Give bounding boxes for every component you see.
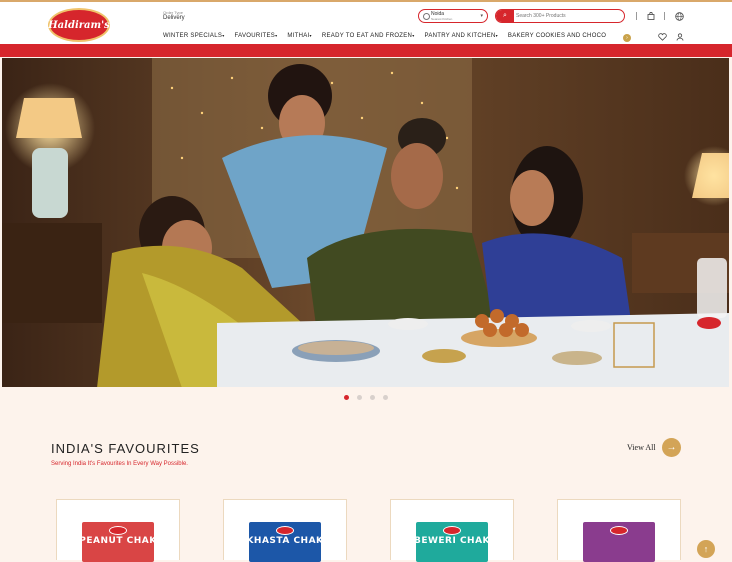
product-card[interactable]: BEWERI CHAK [390,499,514,562]
nav-item-winter-specials[interactable]: WINTER SPECIALS▾ [163,33,225,43]
hero-banner-image[interactable] [2,58,729,387]
carousel-dot-2[interactable] [357,395,362,400]
carousel-indicators [344,395,388,400]
brand-badge-icon [109,526,127,535]
chevron-down-icon: ▾ [480,13,483,19]
product-card[interactable]: KHASTA CHAK [223,499,347,562]
bag-icon[interactable] [647,11,655,22]
search-bar[interactable]: ⌕ [495,9,625,23]
product-pack-name: KHASTA CHAK [246,536,324,546]
location-selector[interactable]: Noida Nearest Kitchen ▾ [418,9,488,23]
arrow-right-icon[interactable]: → [662,438,681,457]
order-type-value[interactable]: Delivery [163,15,185,21]
brand-badge-icon [443,526,461,535]
nav-item-pantry[interactable]: PANTRY AND KITCHEN▾ [425,33,498,43]
logo-text: Haldiram's [48,19,110,31]
view-all-link[interactable]: View All [627,443,656,452]
divider [664,12,665,20]
carousel-dot-4[interactable] [383,395,388,400]
nav-item-ready-to-eat[interactable]: READY TO EAT AND FROZEN▾ [322,33,415,43]
pin-icon [423,13,430,20]
scroll-top-button[interactable]: ↑ [697,540,715,558]
location-sub: Nearest Kitchen [431,17,453,21]
brand-badge-icon [276,526,294,535]
nav-item-mithai[interactable]: MITHAI▾ [287,33,311,43]
heart-icon[interactable] [658,33,667,43]
section-subtitle: Serving India It's Favourites In Every W… [51,461,188,467]
search-icon[interactable]: ⌕ [496,10,514,22]
main-nav: WINTER SPECIALS▾ FAVOURITES▾ MITHAI▾ REA… [163,33,616,43]
haldirams-logo[interactable]: Haldiram's [48,8,110,42]
globe-icon[interactable] [675,12,684,23]
product-pack-name: BEWERI CHAK [413,536,491,546]
product-card[interactable] [557,499,681,562]
carousel-dot-1[interactable] [344,395,349,400]
promo-band [0,44,732,57]
user-icon[interactable] [676,33,684,43]
product-card[interactable]: PEANUT CHAK [56,499,180,562]
brand-badge-icon [610,526,628,535]
nav-item-bakery[interactable]: BAKERY COOKIES AND CHOCO [508,33,606,43]
search-input[interactable] [516,11,616,21]
carousel-dot-3[interactable] [370,395,375,400]
nav-item-favourites[interactable]: FAVOURITES▾ [235,33,278,43]
section-title: INDIA'S FAVOURITES [51,441,200,456]
site-header: Haldiram's Order Type Delivery Noida Nea… [0,2,732,44]
divider [636,12,637,20]
nav-more-button[interactable]: › [623,34,631,42]
product-pack-name: PEANUT CHAK [79,536,157,546]
